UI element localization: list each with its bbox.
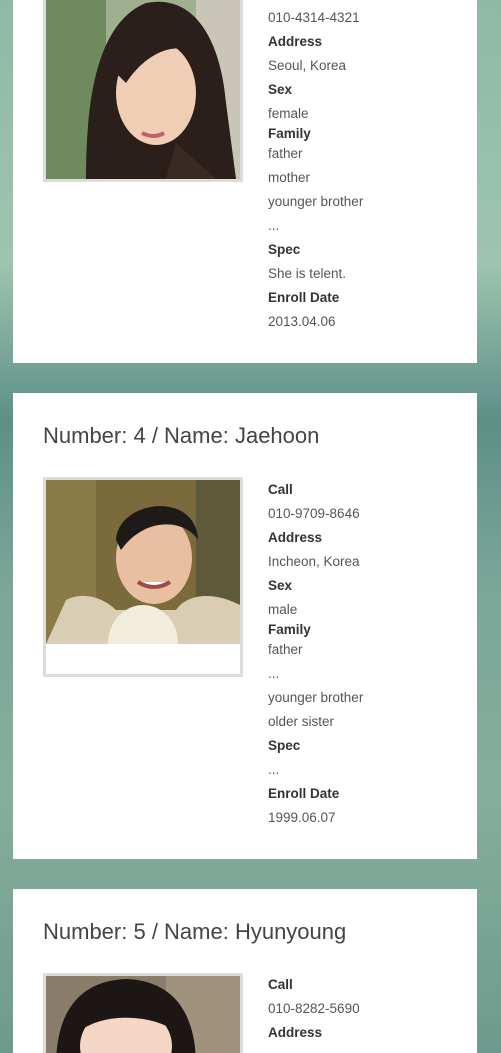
sex-label: Sex <box>268 82 293 97</box>
profile-card: 010-4314-4321 Address Seoul, Korea Sex f… <box>13 0 477 363</box>
spec-value: She is telent. <box>268 266 347 281</box>
sex-label: Sex <box>268 578 293 593</box>
family-value: older sister <box>268 714 335 729</box>
family-value: younger brother <box>268 194 364 209</box>
address-value: Seoul, Korea <box>268 58 347 73</box>
profile-photo <box>43 973 243 1053</box>
address-label: Address <box>268 1025 323 1040</box>
profile-title: Number: 4 / Name: Jaehoon <box>43 423 320 448</box>
sex-value: male <box>268 602 298 617</box>
spec-label: Spec <box>268 242 301 257</box>
profile-photo <box>43 477 243 677</box>
family-value: ... <box>268 218 280 233</box>
family-value: ... <box>268 666 280 681</box>
profile-info: Call 010-8282-5690 Address <box>268 973 468 1045</box>
sex-value: female <box>268 106 309 121</box>
family-value: father <box>268 642 303 657</box>
profile-info: 010-4314-4321 Address Seoul, Korea Sex f… <box>268 6 468 334</box>
profile-info: Call 010-9709-8646 Address Incheon, Kore… <box>268 478 468 830</box>
call-label: Call <box>268 482 293 497</box>
enroll-date-label: Enroll Date <box>268 786 340 801</box>
address-label: Address <box>268 34 323 49</box>
profile-card: Number: 5 / Name: Hyunyoung Call 010-828… <box>13 889 477 1053</box>
family-value: younger brother <box>268 690 364 705</box>
phone-value: 010-4314-4321 <box>268 10 360 25</box>
girl-portrait-image <box>46 976 240 1053</box>
woman-portrait-image <box>46 0 240 179</box>
family-label: Family <box>268 622 311 637</box>
call-label: Call <box>268 977 293 992</box>
profile-card: Number: 4 / Name: Jaehoon Call 010-9709-… <box>13 393 477 859</box>
address-label: Address <box>268 530 323 545</box>
man-portrait-image <box>46 480 240 644</box>
family-value: mother <box>268 170 311 185</box>
phone-value: 010-8282-5690 <box>268 1001 360 1016</box>
spec-label: Spec <box>268 738 301 753</box>
family-value: father <box>268 146 303 161</box>
profile-photo <box>43 0 243 182</box>
enroll-date-value: 2013.04.06 <box>268 314 336 329</box>
enroll-date-value: 1999.06.07 <box>268 810 336 825</box>
profile-title: Number: 5 / Name: Hyunyoung <box>43 919 347 944</box>
address-value: Incheon, Korea <box>268 554 360 569</box>
phone-value: 010-9709-8646 <box>268 506 360 521</box>
family-label: Family <box>268 126 311 141</box>
spec-value: ... <box>268 762 280 777</box>
enroll-date-label: Enroll Date <box>268 290 340 305</box>
